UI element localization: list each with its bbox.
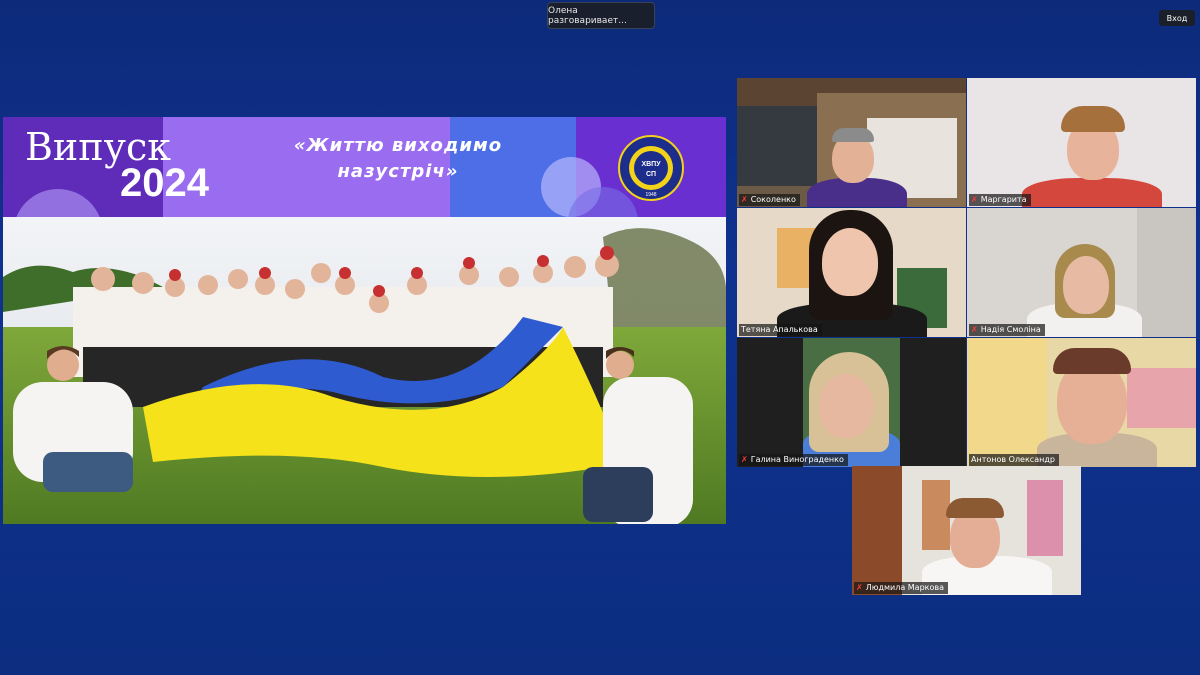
mic-muted-icon: ✗	[971, 195, 978, 204]
mic-muted-icon: ✗	[971, 325, 978, 334]
participant-name-label: ✗ Надія Смоліна	[969, 324, 1045, 336]
svg-text:1948: 1948	[645, 192, 656, 198]
mic-muted-icon: ✗	[741, 195, 748, 204]
participant-tile[interactable]: Антонов Олександр	[967, 338, 1196, 467]
school-logo-icon: ХВПУ СП 1948	[618, 135, 684, 201]
shared-screen: Випуск 2024 «Життю виходимо назустріч» Х…	[3, 117, 726, 524]
active-speaker-indicator: Олена разговаривает...	[547, 2, 655, 29]
participant-tile[interactable]: ✗ Людмила Маркова	[852, 466, 1081, 595]
svg-text:ХВПУ: ХВПУ	[641, 161, 661, 168]
participant-name-label: Тетяна Апалькова	[739, 324, 822, 336]
students-with-flag-photo	[3, 217, 726, 524]
graduation-banner: Випуск 2024 «Життю виходимо назустріч» Х…	[3, 117, 726, 217]
participant-name-label: ✗ Галина Винограденко	[739, 454, 848, 466]
mic-muted-icon: ✗	[741, 455, 748, 464]
login-button[interactable]: Вход	[1159, 10, 1195, 26]
active-speaker-text: Олена разговаривает...	[548, 5, 627, 26]
participant-name-label: ✗ Людмила Маркова	[854, 582, 949, 594]
participant-tile[interactable]: ✗ Соколенко	[737, 78, 966, 207]
participant-name-label: ✗ Соколенко	[739, 194, 800, 206]
participant-name-label: ✗ Маргарита	[969, 194, 1031, 206]
participant-tile[interactable]: ✗ Маргарита	[967, 78, 1196, 207]
participant-tile[interactable]: Тетяна Апалькова	[737, 208, 966, 337]
banner-motto: «Життю виходимо назустріч»	[293, 135, 503, 182]
participant-tile[interactable]: ✗ Галина Винограденко	[737, 338, 966, 467]
participant-tile[interactable]: ✗ Надія Смоліна	[967, 208, 1196, 337]
participant-name-label: Антонов Олександр	[969, 454, 1059, 466]
svg-text:СП: СП	[646, 171, 656, 178]
banner-year: 2024	[120, 161, 209, 205]
login-button-label: Вход	[1166, 13, 1188, 23]
mic-muted-icon: ✗	[856, 583, 863, 592]
